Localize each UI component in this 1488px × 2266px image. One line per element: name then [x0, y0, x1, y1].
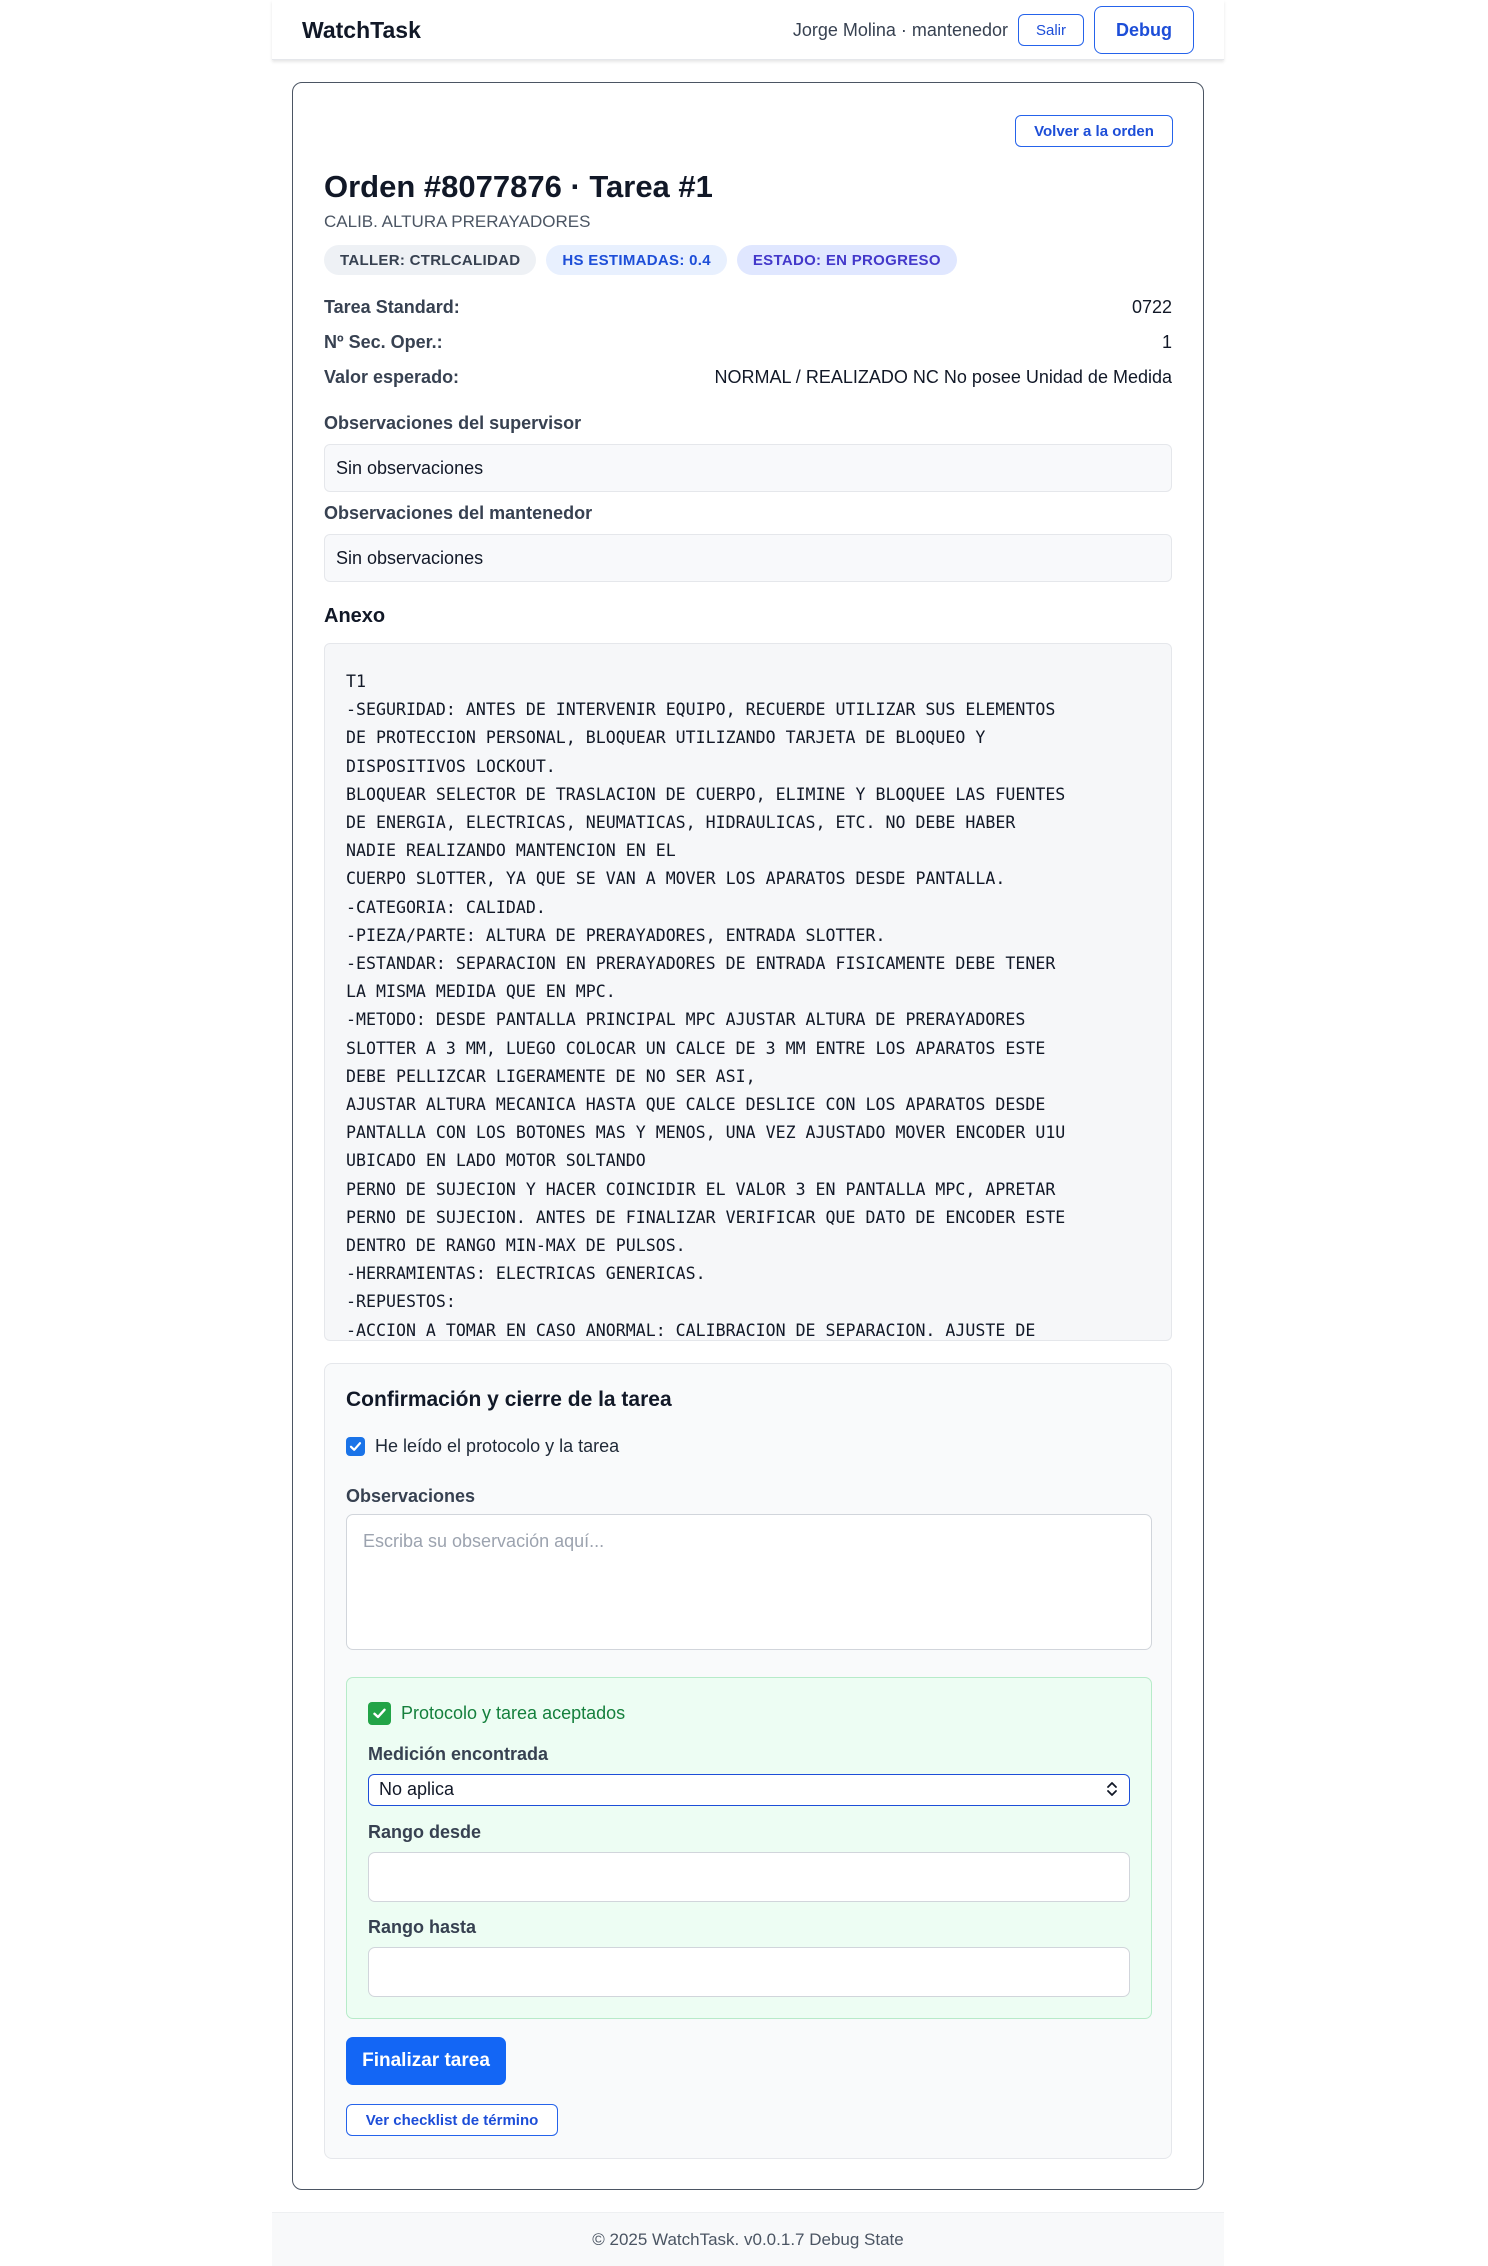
annex-line: DENTRO DE RANGO MIN-MAX DE PULSOS. [346, 1236, 686, 1256]
check-mark-button-icon [368, 1702, 391, 1725]
observations-label: Observaciones [346, 1486, 476, 1506]
read-protocol-checkbox[interactable] [346, 1437, 365, 1456]
annex-line: UBICADO EN LADO MOTOR SOLTANDO [346, 1151, 646, 1171]
back-to-order-button[interactable]: Volver a la orden [1015, 115, 1173, 147]
detail-label: Valor esperado: [324, 367, 460, 387]
task-card: Volver a la orden Orden #8077876 · Tarea… [292, 82, 1204, 2190]
annex-line: SLOTTER A 3 MM, LUEGO COLOCAR UN CALCE D… [346, 1038, 1046, 1058]
detail-row-sequence: Nº Sec. Oper.: 1 [324, 332, 1172, 356]
range-to-label: Rango hasta [368, 1917, 477, 1937]
range-to-input[interactable] [368, 1947, 1130, 1997]
maintainer-observations-label: Observaciones del mantenedor [324, 503, 593, 523]
annex-line: -CATEGORIA: CALIDAD. [346, 897, 546, 917]
annex-scroll-box[interactable]: T1 -SEGURIDAD: ANTES DE INTERVENIR EQUIPO… [324, 643, 1172, 1341]
detail-value: 1 [1161, 332, 1172, 352]
observations-textarea[interactable]: Escriba su observación aquí... [346, 1514, 1152, 1650]
annex-line: PERNO DE SUJECION. ANTES DE FINALIZAR VE… [346, 1207, 1066, 1227]
measurement-label: Medición encontrada [368, 1744, 549, 1764]
brand-logo[interactable]: WatchTask [302, 17, 421, 44]
supervisor-observations-label: Observaciones del supervisor [324, 413, 582, 433]
detail-row-expected-value: Valor esperado: NORMAL / REALIZADO NC No… [324, 367, 1172, 391]
range-from-input[interactable] [368, 1852, 1130, 1902]
annex-line: AJUSTAR ALTURA MECANICA HASTA QUE CALCE … [346, 1095, 1046, 1115]
read-protocol-checkbox-row[interactable]: He leído el protocolo y la tarea [346, 1436, 619, 1457]
measurement-select[interactable]: No aplica [368, 1774, 1130, 1806]
measurement-select-value: No aplica [379, 1779, 455, 1799]
status-badge: ESTADO: EN PROGRESO [736, 245, 957, 275]
app-shell: WatchTask Jorge Molina · mantenedor Sali… [272, 0, 1224, 2266]
checkmark-icon [349, 1442, 362, 1451]
workshop-badge: TALLER: CTRLCALIDAD [324, 245, 537, 275]
detail-value: NORMAL / REALIZADO NC No posee Unidad de… [714, 367, 1172, 387]
supervisor-observations-box: Sin observaciones [324, 444, 1172, 492]
annex-label: Anexo [324, 605, 386, 627]
completion-checklist-button[interactable]: Ver checklist de término [346, 2104, 558, 2136]
annex-line: PERNO DE SUJECION Y HACER COINCIDIR EL V… [346, 1179, 1056, 1199]
accepted-text: Protocolo y tarea aceptados [401, 1703, 626, 1723]
annex-line: PANTALLA CON LOS BOTONES MAS Y MENOS, UN… [346, 1123, 1066, 1143]
read-protocol-label: He leído el protocolo y la tarea [375, 1436, 620, 1456]
confirmation-title: Confirmación y cierre de la tarea [346, 1388, 672, 1411]
task-subtitle: CALIB. ALTURA PRERAYADORES [324, 212, 591, 231]
confirmation-panel: Confirmación y cierre de la tarea He leí… [324, 1363, 1172, 2159]
finish-task-button[interactable]: Finalizar tarea [346, 2037, 506, 2085]
maintainer-observations-box: Sin observaciones [324, 534, 1172, 582]
annex-line: -HERRAMIENTAS: ELECTRICAS GENERICAS. [346, 1264, 706, 1284]
annex-line: BLOQUEAR SELECTOR DE TRASLACION DE CUERP… [346, 784, 1066, 804]
annex-line: LA MISMA MEDIDA QUE EN MPC. [346, 982, 616, 1002]
annex-line: DE ENERGIA, ELECTRICAS, NEUMATICAS, HIDR… [346, 813, 1016, 833]
annex-line: CUERPO SLOTTER, YA QUE SE VAN A MOVER LO… [346, 869, 1006, 889]
footer: © 2025 WatchTask. v0.0.1.7 Debug State [272, 2212, 1224, 2266]
annex-line: -ESTANDAR: SEPARACION EN PRERAYADORES DE… [346, 954, 1056, 974]
current-user: Jorge Molina · mantenedor [792, 20, 1008, 40]
annex-line: -ACCION A TOMAR EN CASO ANORMAL: CALIBRA… [346, 1320, 1036, 1340]
annex-line: DISPOSITIVOS LOCKOUT. [346, 756, 556, 776]
page-title: Orden #8077876 · Tarea #1 [324, 169, 713, 204]
annex-line: DEBE PELLIZCAR LIGERAMENTE DE NO SER ASI… [346, 1066, 756, 1086]
detail-row-standard-task: Tarea Standard: 0722 [324, 297, 1172, 321]
annex-line: DE PROTECCION PERSONAL, BLOQUEAR UTILIZA… [346, 728, 986, 748]
badge-row: TALLER: CTRLCALIDAD HS ESTIMADAS: 0.4 ES… [324, 245, 957, 275]
range-from-label: Rango desde [368, 1822, 482, 1842]
annex-line: -PIEZA/PARTE: ALTURA DE PRERAYADORES, EN… [346, 925, 886, 945]
annex-line: T1 [346, 672, 366, 691]
accepted-header: Protocolo y tarea aceptados [368, 1702, 625, 1725]
select-arrows-icon [1107, 1782, 1117, 1796]
top-navbar: WatchTask Jorge Molina · mantenedor Sali… [272, 0, 1224, 60]
detail-label: Tarea Standard: [324, 297, 460, 317]
accepted-panel: Protocolo y tarea aceptados Medición enc… [346, 1677, 1152, 2019]
annex-line: -METODO: DESDE PANTALLA PRINCIPAL MPC AJ… [346, 1010, 1026, 1030]
annex-line: -SEGURIDAD: ANTES DE INTERVENIR EQUIPO, … [346, 700, 1056, 720]
debug-button[interactable]: Debug [1094, 6, 1194, 54]
detail-label: Nº Sec. Oper.: [324, 332, 443, 352]
annex-line: -REPUESTOS: [346, 1292, 456, 1312]
detail-value: 0722 [1131, 297, 1172, 317]
estimated-hours-badge: HS ESTIMADAS: 0.4 [546, 245, 727, 275]
logout-button[interactable]: Salir [1018, 14, 1084, 46]
annex-line: NADIE REALIZANDO MANTENCION EN EL [346, 841, 676, 861]
